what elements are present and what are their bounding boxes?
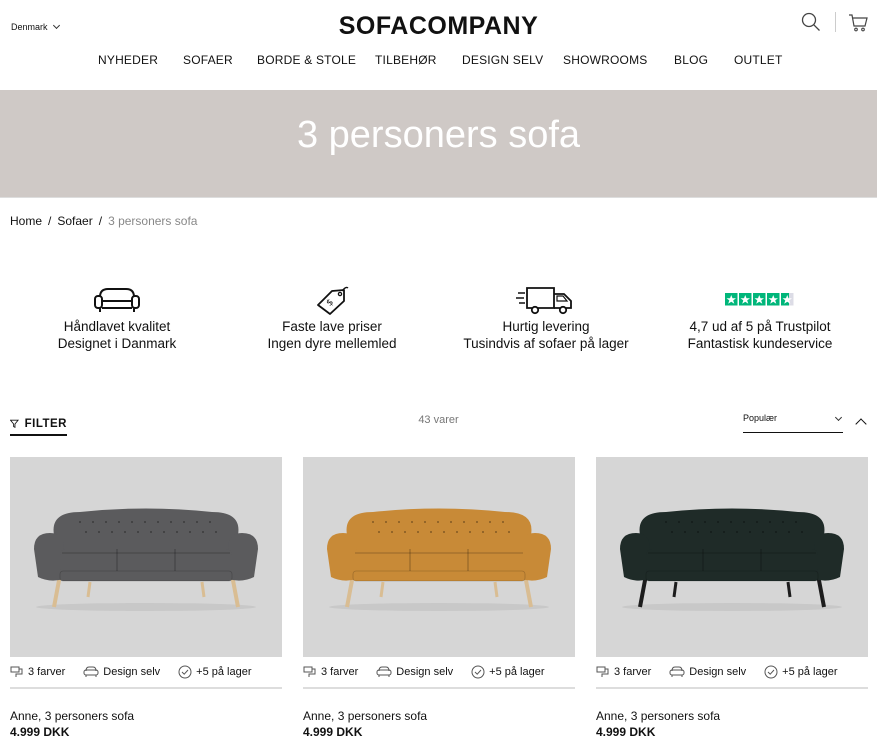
stock-status: +5 på lager [178, 665, 252, 679]
chevron-down-icon [834, 413, 843, 422]
search-icon[interactable] [801, 12, 821, 32]
stock-label: +5 på lager [489, 666, 545, 678]
sofa-small-icon [376, 666, 392, 677]
sort-value: Populær [743, 413, 778, 423]
sofa-small-icon [669, 666, 685, 677]
design-label: Design selv [396, 666, 454, 678]
stock-status: +5 på lager [471, 665, 545, 679]
nav-item-sofaer[interactable]: SOFAER [183, 53, 233, 67]
usp-line1: Håndlavet kvalitet [63, 319, 171, 334]
sofa-image [34, 508, 258, 611]
product-features: 3 farver Design selv +5 på lager [303, 657, 575, 689]
color-options[interactable]: 3 farver [303, 666, 358, 678]
product-price: 4.999 DKK [10, 725, 70, 739]
product-price: 4.999 DKK [596, 725, 656, 739]
color-options[interactable]: 3 farver [596, 666, 651, 678]
design-option[interactable]: Design selv [83, 666, 160, 678]
product-card[interactable]: 3 farver Design selv +5 på lager Anne, 3… [596, 457, 868, 739]
nav-item-showrooms[interactable]: SHOWROOMS [563, 53, 647, 67]
usp-line1: Hurtig levering [502, 319, 590, 334]
delivery-truck-icon [516, 287, 572, 315]
usp-line2: Designet i Danmark [57, 336, 177, 351]
color-options[interactable]: 3 farver [10, 666, 65, 678]
usp-delivery: Hurtig levering Tusindvis af sofaer på l… [436, 282, 656, 352]
category-hero: 3 personers sofa [0, 90, 877, 198]
check-circle-icon [178, 665, 192, 679]
usp-quality: Håndlavet kvalitet Designet i Danmark [7, 282, 227, 352]
breadcrumb-separator: / [98, 214, 103, 228]
sofa-small-icon [83, 666, 99, 677]
sofa-image [327, 508, 551, 611]
colors-label: 3 farver [614, 666, 652, 678]
stock-label: +5 på lager [782, 666, 838, 678]
nav-item-nyheder[interactable]: NYHEDER [98, 53, 158, 67]
price-tag-icon: $ [317, 286, 349, 315]
usp-price: $ Faste lave priser Ingen dyre mellemled [222, 282, 442, 352]
nav-item-blog[interactable]: BLOG [674, 53, 708, 67]
usp-line1: 4,7 ud af 5 på Trustpilot [689, 319, 831, 334]
colors-label: 3 farver [321, 666, 359, 678]
header-divider [835, 12, 836, 32]
nav-item-borde-stole[interactable]: BORDE & STOLE [257, 53, 356, 67]
product-image[interactable] [596, 457, 868, 657]
sofa-image [620, 508, 844, 611]
colors-label: 3 farver [28, 666, 66, 678]
product-features: 3 farver Design selv +5 på lager [596, 657, 868, 689]
design-option[interactable]: Design selv [669, 666, 746, 678]
usp-line2: Tusindvis af sofaer på lager [463, 336, 629, 351]
nav-item-outlet[interactable]: OUTLET [734, 53, 783, 67]
usp-line2: Ingen dyre mellemled [267, 336, 397, 351]
site-header: Denmark SOFACOMPANY NYHEDER SOFAER BORDE… [0, 0, 877, 90]
product-features: 3 farver Design selv +5 på lager [10, 657, 282, 689]
cart-icon[interactable] [848, 13, 868, 33]
product-price: 4.999 DKK [303, 725, 363, 739]
usp-line1: Faste lave priser [282, 319, 382, 334]
main-nav: NYHEDER SOFAER BORDE & STOLE TILBEHØR DE… [0, 53, 877, 71]
usp-trustpilot: 4,7 ud af 5 på Trustpilot Fantastisk kun… [650, 282, 870, 352]
trustpilot-stars-icon [725, 293, 794, 306]
product-title[interactable]: Anne, 3 personers sofa [303, 709, 575, 723]
product-card[interactable]: 3 farver Design selv +5 på lager Anne, 3… [303, 457, 575, 739]
svg-text:$: $ [325, 298, 336, 309]
page-title: 3 personers sofa [296, 114, 581, 156]
design-label: Design selv [103, 666, 161, 678]
product-title[interactable]: Anne, 3 personers sofa [596, 709, 868, 723]
product-title[interactable]: Anne, 3 personers sofa [10, 709, 282, 723]
paint-roller-icon [596, 666, 609, 677]
nav-item-design-selv[interactable]: DESIGN SELV [462, 53, 543, 67]
check-circle-icon [471, 665, 485, 679]
product-card[interactable]: 3 farver Design selv +5 på lager Anne, 3… [10, 457, 282, 739]
breadcrumb-separator: / [48, 214, 52, 228]
nav-item-tilbehoer[interactable]: TILBEHØR [375, 53, 437, 67]
paint-roller-icon [10, 666, 23, 677]
breadcrumb: Home / Sofaer / 3 personers sofa [10, 214, 197, 228]
product-image[interactable] [303, 457, 575, 657]
breadcrumb-sofaer[interactable]: Sofaer [57, 214, 92, 228]
stock-status: +5 på lager [764, 665, 838, 679]
check-circle-icon [764, 665, 778, 679]
breadcrumb-current: 3 personers sofa [108, 214, 198, 228]
sort-dropdown[interactable]: Populær [743, 413, 843, 433]
breadcrumb-home[interactable]: Home [10, 214, 42, 228]
design-label: Design selv [689, 666, 747, 678]
stock-label: +5 på lager [196, 666, 252, 678]
usp-line2: Fantastisk kundeservice [687, 336, 833, 351]
design-option[interactable]: Design selv [376, 666, 453, 678]
product-image[interactable] [10, 457, 282, 657]
sofa-icon [94, 288, 140, 312]
site-logo[interactable]: SOFACOMPANY [0, 12, 877, 41]
paint-roller-icon [303, 666, 316, 677]
